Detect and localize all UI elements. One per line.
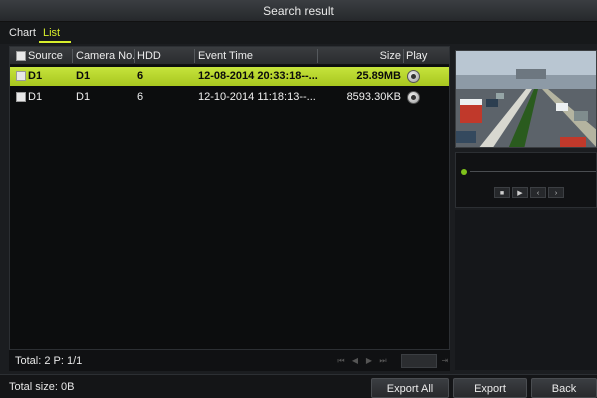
prev-page-icon[interactable]: ◀ [349, 354, 361, 368]
next-page-icon[interactable]: ▶ [363, 354, 375, 368]
play-icon[interactable] [407, 91, 420, 104]
row-camera-no: D1 [76, 91, 91, 103]
total-count: Total: 2 P: 1/1 [15, 355, 83, 367]
tab-chart[interactable]: Chart [9, 26, 36, 40]
row-size: 8593.30KB [346, 91, 401, 103]
col-size[interactable]: Size [317, 47, 401, 65]
export-button[interactable]: Export [453, 378, 527, 398]
last-page-icon[interactable]: ⏭ [377, 354, 389, 368]
total-size: Total size: 0B [9, 381, 75, 393]
info-panel [455, 210, 597, 370]
row-source: D1 [28, 91, 43, 103]
column-divider [134, 49, 135, 63]
highway-thumbnail [456, 51, 596, 147]
row-size: 25.89MB [356, 70, 401, 82]
select-all-checkbox[interactable] [16, 51, 26, 61]
window-title: Search result [0, 0, 597, 22]
column-divider [72, 49, 73, 63]
row-event-time: 12-08-2014 20:33:18--... [198, 70, 318, 82]
back-button[interactable]: Back [531, 378, 597, 398]
timeline-slider[interactable] [470, 171, 596, 172]
row-hdd: 6 [137, 91, 144, 103]
first-page-icon[interactable]: ⏮ [335, 354, 347, 368]
next-frame-icon[interactable]: › [548, 187, 564, 198]
tab-list[interactable]: List [43, 26, 60, 40]
col-camera-no[interactable]: Camera No. [76, 47, 135, 65]
page-number-input[interactable] [401, 354, 437, 368]
playback-controls: ■ ▶ ‹ › [455, 152, 597, 208]
col-source[interactable]: Source [28, 47, 63, 65]
go-page-icon[interactable]: ⇥ [439, 354, 451, 368]
table-row[interactable]: D1 D1 6 12-10-2014 11:18:13--... 8593.30… [10, 88, 449, 107]
prev-frame-icon[interactable]: ‹ [530, 187, 546, 198]
column-divider [194, 49, 195, 63]
result-list: Source Camera No. HDD Event Time Size Pl… [9, 46, 450, 371]
col-play[interactable]: Play [406, 47, 427, 65]
table-header: Source Camera No. HDD Event Time Size Pl… [10, 47, 449, 65]
row-checkbox[interactable] [16, 92, 26, 102]
video-preview [455, 50, 597, 148]
play-icon[interactable] [407, 70, 420, 83]
row-hdd: 6 [137, 70, 144, 82]
stop-icon[interactable]: ■ [494, 187, 510, 198]
status-indicator [461, 169, 467, 175]
list-footer: Total: 2 P: 1/1 ⏮ ◀ ▶ ⏭ ⇥ [9, 349, 450, 371]
row-source: D1 [28, 70, 43, 82]
tab-bar: Chart List [0, 22, 597, 44]
col-event-time[interactable]: Event Time [198, 47, 253, 65]
table-row[interactable]: D1 D1 6 12-08-2014 20:33:18--... 25.89MB [10, 67, 449, 86]
column-divider [403, 49, 404, 63]
row-event-time: 12-10-2014 11:18:13--... [198, 91, 316, 103]
play-icon[interactable]: ▶ [512, 187, 528, 198]
row-camera-no: D1 [76, 70, 91, 82]
export-all-button[interactable]: Export All [371, 378, 449, 398]
active-tab-indicator [39, 41, 71, 43]
row-checkbox[interactable] [16, 71, 26, 81]
col-hdd[interactable]: HDD [137, 47, 161, 65]
search-result-window: Search result Chart List Source Camera N… [0, 0, 597, 398]
bottom-bar: Total size: 0B Export All Export Back [0, 374, 597, 398]
